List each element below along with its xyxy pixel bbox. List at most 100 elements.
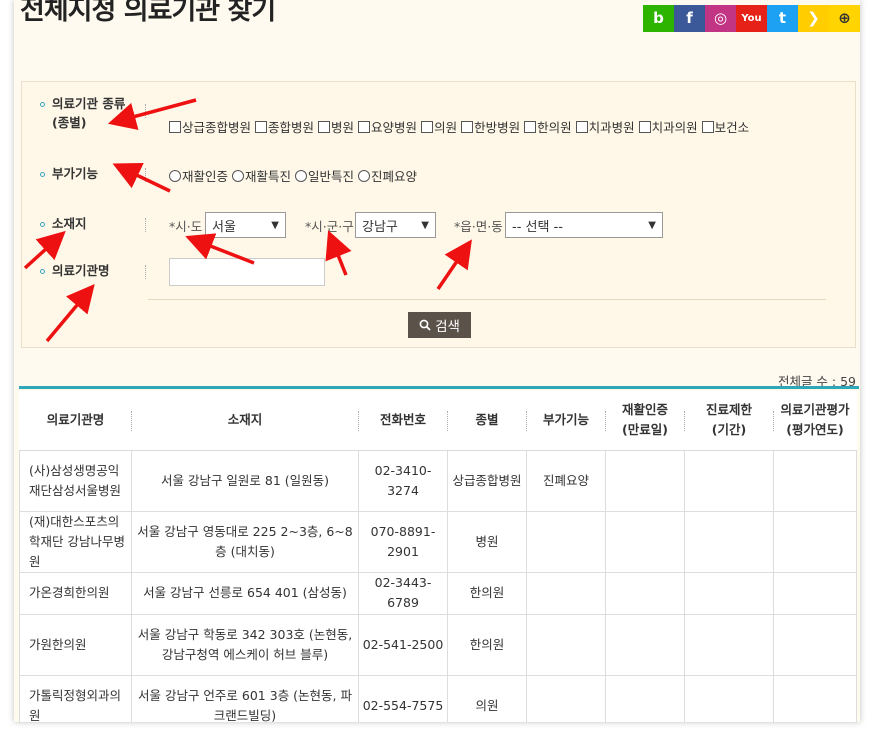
sigungu-value: 강남구 (362, 219, 398, 235)
cell-name[interactable]: (재)대한스포츠의학재단 강남나무병원 (19, 510, 132, 573)
facebook-icon[interactable]: f (674, 5, 705, 32)
type-checkbox[interactable]: 의원 (421, 117, 457, 136)
checkbox[interactable] (524, 120, 537, 133)
cell-cert (605, 571, 685, 615)
type-checkbox[interactable]: 보건소 (701, 117, 750, 136)
bullet-icon (40, 172, 45, 177)
checkbox-label: 치과의원 (651, 120, 698, 135)
name-label: 의료기관명 (40, 263, 110, 279)
checkbox-label: 의원 (434, 120, 458, 135)
cell-phone: 02-541-2500 (358, 613, 448, 676)
checkbox[interactable] (461, 120, 474, 133)
blog-icon[interactable]: b (643, 5, 674, 32)
extra-radio[interactable]: 일반특진 (295, 166, 354, 185)
plus-icon[interactable]: ⊕ (829, 5, 860, 32)
kakaostory-icon[interactable]: ❯ (798, 5, 829, 32)
cell-name[interactable]: 가온경희한의원 (19, 571, 132, 615)
table-row: (재)대한스포츠의학재단 강남나무병원 서울 강남구 영동대로 225 2~3층,… (19, 510, 857, 573)
checkbox[interactable] (701, 120, 714, 133)
checkbox[interactable] (169, 120, 181, 133)
type-checkbox[interactable]: 한방병원 (461, 117, 520, 136)
instagram-icon[interactable]: ◎ (705, 5, 736, 32)
column-header-label: 의료기관명 (46, 412, 105, 428)
type-checkbox[interactable]: 치과병원 (575, 117, 635, 136)
checkbox-label: 병원 (331, 120, 355, 135)
cell-extra (526, 571, 606, 615)
radio-label: 일반특진 (308, 169, 355, 184)
extra-radio[interactable]: 진폐요양 (358, 166, 417, 185)
table-row: 가원한의원 서울 강남구 학동로 342 303호 (논현동, 강남구청역 에스케… (19, 613, 857, 676)
extra-radio[interactable]: 재활인증 (169, 166, 228, 185)
cell-limit (684, 510, 774, 573)
twitter-icon[interactable]: t (767, 5, 798, 32)
sido-label: *시·도 (169, 219, 203, 234)
cell-cert (605, 449, 685, 512)
results-table: 의료기관명 소재지 전화번호 종별 부가기능 재활인증 (만료일) 진료제한 (기간) 의료기관평… (19, 391, 857, 722)
checkbox[interactable] (318, 120, 331, 133)
checkbox-label: 한방병원 (474, 120, 521, 135)
divider (145, 104, 146, 118)
location-label: 소재지 (40, 216, 87, 232)
youtube-icon[interactable]: You (736, 5, 767, 32)
column-header: 종별 (447, 391, 527, 451)
social-links: b f ◎ You t ❯ ⊕ (643, 5, 860, 32)
eupmyeon-label: *읍·면·동 (454, 219, 503, 234)
eupmyeon-value: -- 선택 -- (512, 219, 563, 235)
column-header: 진료제한 (기간) (684, 391, 774, 451)
eupmyeon-select[interactable]: -- 선택 -- ▼ (505, 212, 663, 238)
sido-select[interactable]: 서울 ▼ (205, 212, 286, 238)
type-checkbox[interactable]: 요양병원 (358, 117, 417, 136)
chevron-down-icon: ▼ (271, 219, 279, 231)
sido-value: 서울 (212, 219, 236, 235)
cell-limit (684, 449, 774, 512)
search-button-label: 검색 (435, 319, 460, 335)
cell-address: 서울 강남구 선릉로 654 401 (삼성동) (131, 571, 359, 615)
cell-cert (605, 613, 685, 676)
table-body: (사)삼성생명공익재단삼성서울병원 서울 강남구 일원로 81 (일원동) 02-3… (19, 449, 857, 722)
sigungu-select[interactable]: 강남구 ▼ (355, 212, 436, 238)
checkbox-label: 종합병원 (268, 120, 315, 135)
bullet-icon (40, 269, 45, 274)
column-header-label: 진료제한 (705, 402, 752, 418)
type-checkbox[interactable]: 한의원 (524, 117, 572, 136)
checkbox-label: 상급종합병원 (182, 120, 252, 135)
search-icon (419, 319, 431, 331)
table-row: (사)삼성생명공익재단삼성서울병원 서울 강남구 일원로 81 (일원동) 02-3… (19, 449, 857, 512)
cell-type: 의원 (447, 674, 527, 722)
cell-phone: 070-8891-2901 (358, 510, 448, 573)
cell-cert (605, 674, 685, 722)
cell-type: 상급종합병원 (447, 449, 527, 512)
chevron-down-icon: ▼ (421, 219, 429, 231)
cell-phone: 02-3443-6789 (358, 571, 448, 615)
cell-type: 병원 (447, 510, 527, 573)
radio-label: 재활특진 (245, 169, 292, 184)
checkbox-label: 보건소 (714, 120, 750, 135)
cell-name[interactable]: 가톨릭정형외과의원 (19, 674, 132, 722)
type-label: 의료기관 종류 (종별) (40, 96, 125, 131)
search-button[interactable]: 검색 (408, 312, 471, 338)
cell-limit (684, 571, 774, 615)
extra-radio[interactable]: 재활특진 (232, 166, 291, 185)
cell-name[interactable]: 가원한의원 (19, 613, 132, 676)
column-header-label: 종별 (475, 412, 499, 428)
type-checkbox[interactable]: 종합병원 (255, 117, 314, 136)
checkbox[interactable] (358, 120, 371, 133)
checkbox[interactable] (421, 120, 434, 133)
institution-name-input[interactable] (169, 258, 325, 286)
checkbox[interactable] (255, 120, 268, 133)
divider (145, 168, 146, 182)
radio[interactable] (232, 169, 245, 182)
radio[interactable] (169, 169, 181, 182)
chevron-down-icon: ▼ (648, 219, 656, 231)
cell-name[interactable]: (사)삼성생명공익재단삼성서울병원 (19, 449, 132, 512)
radio[interactable] (358, 169, 371, 182)
type-checkboxes: 상급종합병원 종합병원 병원 요양병원 의원 한방병원 한의원 치과병원 치과의원 보건소 (169, 117, 753, 136)
type-checkbox[interactable]: 상급종합병원 (169, 117, 251, 136)
column-header: 의료기관명 (19, 391, 132, 451)
type-checkbox[interactable]: 병원 (318, 117, 354, 136)
checkbox[interactable] (575, 120, 588, 133)
radio[interactable] (295, 169, 308, 182)
type-checkbox[interactable]: 치과의원 (638, 117, 698, 136)
checkbox[interactable] (638, 120, 651, 133)
page-frame: 전체지정 의료기관 찾기 b f ◎ You t ❯ ⊕ 의료기관 종류 (종별… (14, 0, 860, 722)
